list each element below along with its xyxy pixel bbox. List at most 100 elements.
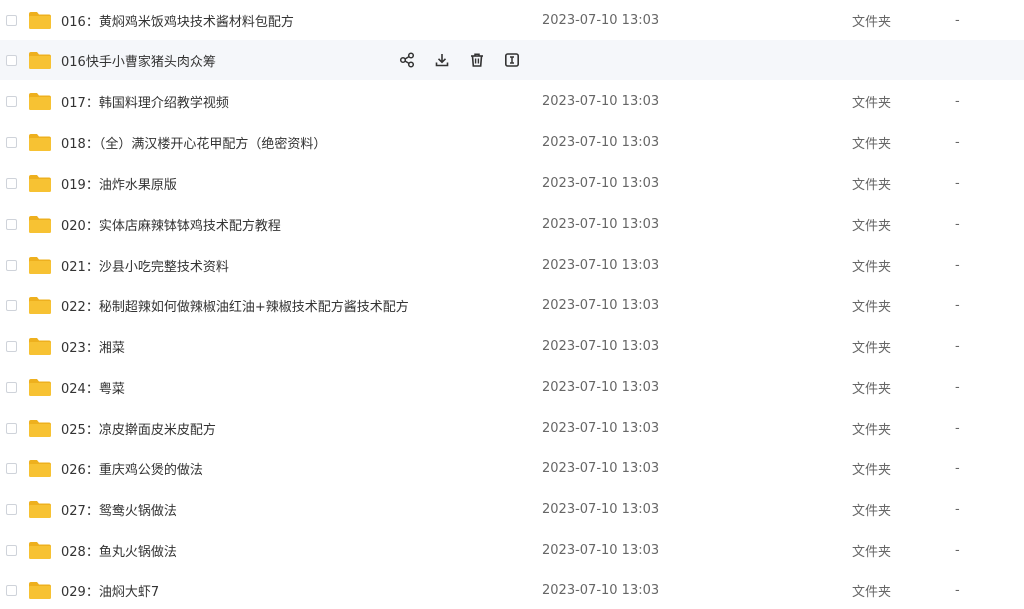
modified-time: 2023-07-10 13:03 [542, 542, 660, 558]
file-row[interactable]: 021：沙县小吃完整技术资料 2023-07-10 13:03 文件夹 - [0, 245, 1024, 285]
file-size: - [955, 297, 960, 313]
file-name[interactable]: 026：重庆鸡公煲的做法 [61, 459, 203, 478]
share-icon [399, 52, 415, 68]
row-checkbox[interactable] [6, 584, 17, 596]
row-checkbox[interactable] [6, 95, 17, 107]
file-name[interactable]: 024：粤菜 [61, 378, 125, 397]
row-checkbox[interactable] [6, 340, 17, 352]
row-checkbox[interactable] [6, 218, 17, 230]
file-row[interactable]: 019：油炸水果原版 2023-07-10 13:03 文件夹 - [0, 163, 1024, 203]
folder-icon [29, 215, 51, 233]
folder-icon [29, 256, 51, 274]
modified-time: 2023-07-10 13:03 [542, 460, 660, 476]
file-size: - [955, 338, 960, 354]
modified-time: 2023-07-10 13:03 [542, 420, 660, 436]
file-name[interactable]: 025：凉皮擀面皮米皮配方 [61, 419, 216, 438]
row-actions [398, 51, 538, 69]
file-name[interactable]: 018：（全）满汉楼开心花甲配方（绝密资料） [61, 133, 326, 152]
file-type: 文件夹 [852, 340, 892, 356]
row-checkbox[interactable] [6, 422, 17, 434]
file-size: - [955, 379, 960, 395]
modified-time: 2023-07-10 13:03 [542, 379, 660, 395]
row-checkbox[interactable] [6, 299, 17, 311]
delete-button[interactable] [468, 51, 486, 69]
folder-icon [29, 459, 51, 477]
file-row[interactable]: 023：湘菜 2023-07-10 13:03 文件夹 - [0, 326, 1024, 366]
file-name[interactable]: 022：秘制超辣如何做辣椒油红油+辣椒技术配方酱技术配方 [61, 296, 409, 315]
file-name[interactable]: 021：沙县小吃完整技术资料 [61, 256, 229, 275]
file-name[interactable]: 016：黄焖鸡米饭鸡块技术酱材料包配方 [61, 11, 294, 30]
file-type: 文件夹 [852, 14, 892, 30]
row-checkbox[interactable] [6, 259, 17, 271]
folder-icon [29, 11, 51, 29]
folder-icon [29, 378, 51, 396]
modified-time: 2023-07-10 13:03 [542, 175, 660, 191]
file-size: - [955, 460, 960, 476]
file-name[interactable]: 020：实体店麻辣钵钵鸡技术配方教程 [61, 215, 281, 234]
file-name[interactable]: 019：油炸水果原版 [61, 174, 177, 193]
file-type: 文件夹 [852, 136, 892, 152]
file-type: 文件夹 [852, 503, 892, 519]
file-row[interactable]: 017：韩国料理介绍教学视频 2023-07-10 13:03 文件夹 - [0, 81, 1024, 121]
file-type: 文件夹 [852, 299, 892, 315]
file-name[interactable]: 023：湘菜 [61, 337, 125, 356]
file-size: - [955, 216, 960, 232]
modified-time: 2023-07-10 13:03 [542, 501, 660, 517]
row-checkbox[interactable] [6, 544, 17, 556]
file-row[interactable]: 026：重庆鸡公煲的做法 2023-07-10 13:03 文件夹 - [0, 448, 1024, 488]
file-name[interactable]: 028：鱼丸火锅做法 [61, 541, 177, 560]
file-name[interactable]: 027：鸳鸯火锅做法 [61, 500, 177, 519]
file-name[interactable]: 029：油焖大虾7 [61, 581, 159, 600]
file-row[interactable]: 016：黄焖鸡米饭鸡块技术酱材料包配方 2023-07-10 13:03 文件夹… [0, 0, 1024, 40]
file-row[interactable]: 027：鸳鸯火锅做法 2023-07-10 13:03 文件夹 - [0, 489, 1024, 529]
file-type: 文件夹 [852, 218, 892, 234]
file-size: - [955, 257, 960, 273]
file-row[interactable]: 022：秘制超辣如何做辣椒油红油+辣椒技术配方酱技术配方 2023-07-10 … [0, 285, 1024, 325]
file-type: 文件夹 [852, 544, 892, 560]
file-type: 文件夹 [852, 177, 892, 193]
file-row[interactable]: 024：粤菜 2023-07-10 13:03 文件夹 - [0, 367, 1024, 407]
file-row[interactable]: 029：油焖大虾7 2023-07-10 13:03 文件夹 - [0, 570, 1024, 609]
file-row[interactable]: 020：实体店麻辣钵钵鸡技术配方教程 2023-07-10 13:03 文件夹 … [0, 204, 1024, 244]
file-size: - [955, 501, 960, 517]
folder-icon [29, 419, 51, 437]
modified-time: 2023-07-10 13:03 [542, 216, 660, 232]
delete-icon [471, 53, 483, 67]
file-row-hovered[interactable]: 016快手小曹家猪头肉众筹 [0, 40, 1024, 80]
file-type: 文件夹 [852, 422, 892, 438]
folder-icon [29, 133, 51, 151]
rename-button[interactable] [503, 51, 521, 69]
folder-icon [29, 92, 51, 110]
file-name[interactable]: 017：韩国料理介绍教学视频 [61, 92, 229, 111]
row-checkbox[interactable] [6, 136, 17, 148]
row-checkbox[interactable] [6, 54, 17, 66]
row-checkbox[interactable] [6, 14, 17, 26]
modified-time: 2023-07-10 13:03 [542, 12, 660, 28]
file-row[interactable]: 028：鱼丸火锅做法 2023-07-10 13:03 文件夹 - [0, 530, 1024, 570]
share-button[interactable] [398, 51, 416, 69]
modified-time: 2023-07-10 13:03 [542, 297, 660, 313]
rename-icon [504, 53, 519, 67]
folder-icon [29, 337, 51, 355]
file-size: - [955, 134, 960, 150]
folder-icon [29, 500, 51, 518]
row-checkbox[interactable] [6, 503, 17, 515]
modified-time: 2023-07-10 13:03 [542, 582, 660, 598]
folder-icon [29, 174, 51, 192]
file-name[interactable]: 016快手小曹家猪头肉众筹 [61, 51, 216, 70]
file-type: 文件夹 [852, 381, 892, 397]
file-size: - [955, 93, 960, 109]
file-row[interactable]: 025：凉皮擀面皮米皮配方 2023-07-10 13:03 文件夹 - [0, 408, 1024, 448]
download-button[interactable] [433, 51, 451, 69]
row-checkbox[interactable] [6, 381, 17, 393]
row-checkbox[interactable] [6, 177, 17, 189]
file-size: - [955, 175, 960, 191]
modified-time: 2023-07-10 13:03 [542, 338, 660, 354]
folder-icon [29, 541, 51, 559]
folder-icon [29, 51, 51, 69]
folder-icon [29, 581, 51, 599]
file-size: - [955, 12, 960, 28]
row-checkbox[interactable] [6, 462, 17, 474]
file-row[interactable]: 018：（全）满汉楼开心花甲配方（绝密资料） 2023-07-10 13:03 … [0, 122, 1024, 162]
file-type: 文件夹 [852, 584, 892, 600]
